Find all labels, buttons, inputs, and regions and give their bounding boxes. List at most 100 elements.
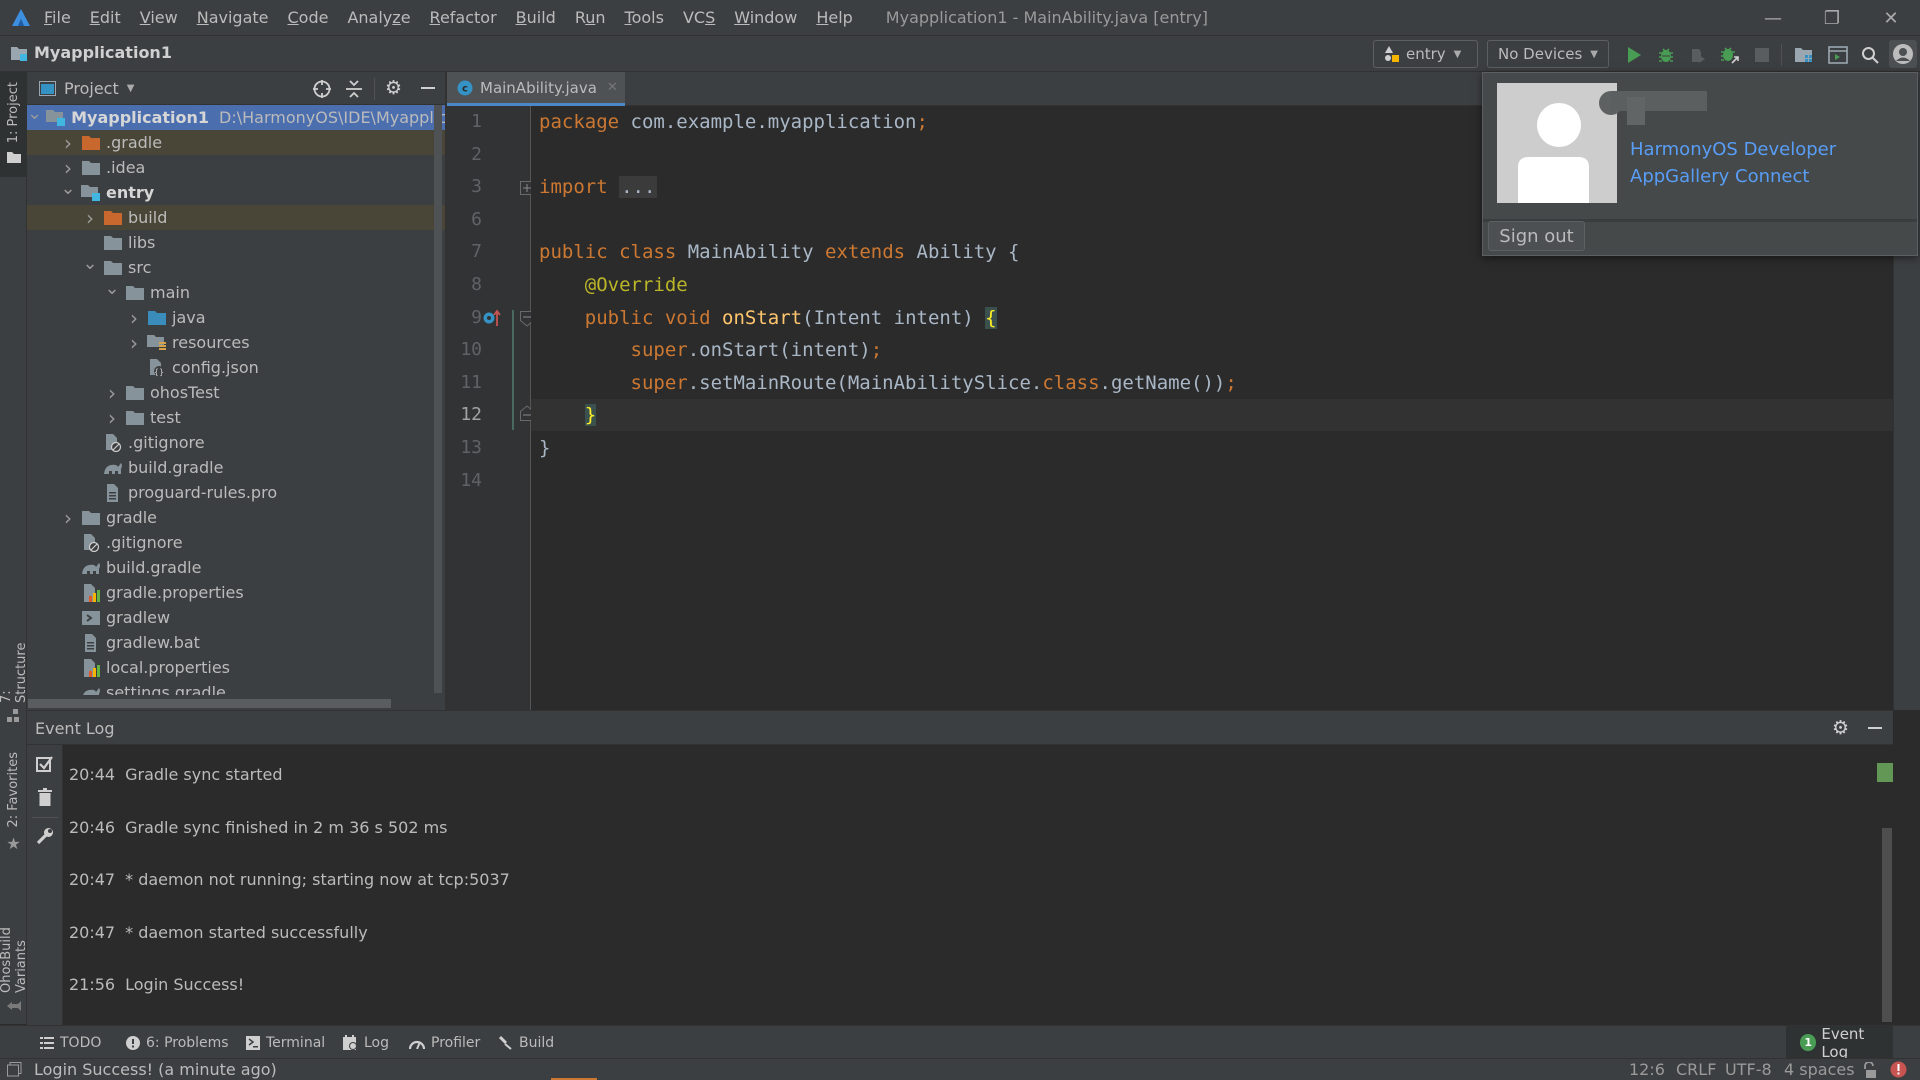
code-line[interactable]: public void onStart (Intent intent) { (539, 302, 997, 334)
menu-navigate[interactable]: Navigate (197, 8, 269, 27)
mark-all-read-icon[interactable] (36, 755, 54, 777)
event-log-scrollbar[interactable] (1882, 828, 1892, 1022)
tree-item[interactable]: › gradle (27, 505, 445, 530)
project-view-select[interactable]: Project (64, 79, 119, 98)
tool-tab-profiler[interactable]: Profiler (409, 1026, 480, 1059)
line-separator[interactable]: CRLF (1676, 1060, 1716, 1079)
tree-item[interactable]: ⌄ main (27, 278, 445, 305)
chevron-right-icon[interactable]: › (59, 156, 77, 180)
tree-horizontal-scrollbar[interactable] (28, 699, 391, 708)
project-structure-button[interactable] (1791, 42, 1817, 68)
menu-refactor[interactable]: Refactor (430, 8, 497, 27)
code-line[interactable]: super .setMainRoute(MainAbilitySlice. clas… (539, 367, 1237, 399)
tree-item[interactable]: build.gradle (27, 455, 445, 480)
collapse-all-icon[interactable] (345, 79, 363, 103)
tree-item[interactable]: settings.gradle (27, 680, 445, 695)
menu-vcs[interactable]: VCS (683, 8, 715, 27)
harmonyos-developer-link[interactable]: HarmonyOS Developer (1630, 139, 1836, 160)
gear-icon[interactable]: ⚙ (385, 77, 402, 99)
caret-position[interactable]: 12:6 (1629, 1060, 1665, 1079)
tree-item[interactable]: gradlew.bat (27, 630, 445, 655)
editor-tab-mainability[interactable]: c MainAbility.java ✕ (447, 72, 625, 106)
stop-button[interactable] (1749, 42, 1775, 68)
log-entry[interactable]: 20:47 * daemon started successfully (69, 923, 368, 942)
tree-item[interactable]: › .idea (27, 155, 445, 180)
tool-tab-todo[interactable]: TODO (40, 1026, 101, 1059)
tree-item[interactable]: › .gradle (27, 130, 445, 155)
menu-view[interactable]: View (140, 8, 178, 27)
code-line[interactable]: public class MainAbility extends Ability… (539, 236, 1019, 268)
chevron-right-icon[interactable]: › (125, 331, 143, 355)
sign-out-button[interactable]: Sign out (1488, 221, 1585, 251)
attach-debugger-button[interactable] (1685, 42, 1711, 68)
log-entry[interactable]: 20:46 Gradle sync finished in 2 m 36 s 50… (69, 818, 448, 837)
tool-tab-structure[interactable]: 7: Structure (0, 622, 29, 727)
chevron-down-icon[interactable]: ▼ (127, 83, 135, 94)
tool-tab-ohosbuild-variants[interactable]: OhosBuild Variants (0, 867, 29, 1017)
menu-run[interactable]: Run (575, 8, 606, 27)
vcs-change-marker[interactable] (512, 309, 514, 430)
tool-tab-terminal[interactable]: Terminal (246, 1026, 325, 1059)
status-message[interactable]: Login Success! (a minute ago) (34, 1060, 277, 1079)
hide-panel-icon[interactable] (1868, 727, 1882, 729)
apply-changes-button[interactable] (1717, 42, 1743, 68)
toggle-tool-windows-icon[interactable] (7, 1062, 22, 1080)
debug-button[interactable] (1653, 42, 1679, 68)
tree-item[interactable]: ⌄ src (27, 253, 445, 280)
tree-vertical-scrollbar[interactable] (434, 105, 442, 693)
lock-icon[interactable] (1862, 1061, 1876, 1080)
file-encoding[interactable]: UTF-8 (1725, 1060, 1772, 1079)
account-button[interactable] (1889, 40, 1917, 68)
chevron-right-icon[interactable]: › (103, 381, 121, 405)
chevron-right-icon[interactable]: › (125, 306, 143, 330)
device-select[interactable]: No Devices ▼ (1487, 40, 1609, 68)
search-everywhere-button[interactable] (1857, 42, 1883, 68)
run-configuration-select[interactable]: entry ▼ (1373, 40, 1478, 68)
tool-tab-project[interactable]: 1: Project (0, 72, 27, 177)
tree-item[interactable]: › ohosTest (27, 380, 445, 405)
tree-item[interactable]: .gitignore (27, 530, 445, 555)
breadcrumb-project[interactable]: Myapplication1 (34, 43, 172, 62)
minimize-button[interactable]: — (1744, 0, 1802, 36)
tree-item[interactable]: local.properties (27, 655, 445, 680)
error-indicator-icon[interactable] (1890, 1061, 1907, 1080)
code-line[interactable]: } (539, 399, 597, 431)
hide-panel-icon[interactable] (421, 87, 435, 89)
gear-icon[interactable]: ⚙ (1832, 717, 1849, 739)
restore-button[interactable]: ❐ (1803, 0, 1861, 36)
breadcrumb[interactable]: Myapplication1 (10, 43, 172, 62)
close-window-button[interactable]: ✕ (1862, 0, 1920, 36)
log-entry[interactable]: 20:47 * daemon not running; starting now … (69, 870, 510, 889)
code-line[interactable]: import ... (539, 171, 658, 203)
tree-item[interactable]: {} config.json (27, 355, 445, 380)
tree-item[interactable]: › build (27, 205, 445, 230)
tool-tab-problems[interactable]: 6: Problems (126, 1026, 229, 1059)
appgallery-connect-link[interactable]: AppGallery Connect (1630, 166, 1809, 187)
tool-tab-event-log[interactable]: 1 Event Log (1786, 1025, 1893, 1061)
tree-item[interactable]: libs (27, 230, 445, 255)
menu-analyze[interactable]: Analyze (347, 8, 410, 27)
tree-item[interactable]: ⌄ Myapplication1 D:\HarmonyOS\IDE\Myapplic… (27, 105, 445, 130)
menu-help[interactable]: Help (816, 8, 852, 27)
code-line[interactable]: package com.example.myapplication; (539, 106, 928, 138)
chevron-right-icon[interactable]: › (103, 406, 121, 430)
tree-item[interactable]: ⌄ entry (27, 178, 445, 205)
menu-window[interactable]: Window (734, 8, 797, 27)
chevron-down-icon[interactable]: ⌄ (59, 178, 77, 199)
tree-item[interactable]: › test (27, 405, 445, 430)
overrides-method-icon[interactable] (483, 309, 501, 331)
indent-setting[interactable]: 4 spaces (1784, 1060, 1855, 1079)
menu-code[interactable]: Code (288, 8, 329, 27)
tree-item[interactable]: › resources (27, 330, 445, 355)
menu-edit[interactable]: Edit (90, 8, 121, 27)
code-line[interactable]: super .onStart(intent); (539, 334, 883, 366)
device-manager-button[interactable] (1825, 42, 1851, 68)
menu-tools[interactable]: Tools (625, 8, 664, 27)
chevron-down-icon[interactable]: ⌄ (81, 253, 99, 274)
code-line[interactable]: } (539, 432, 550, 464)
tool-tab-favorites[interactable]: 2: Favorites ★ (0, 744, 27, 859)
tool-tab-log[interactable]: Log (342, 1026, 389, 1059)
chevron-down-icon[interactable]: ⌄ (27, 105, 42, 124)
chevron-right-icon[interactable]: › (59, 506, 77, 530)
tree-item[interactable]: .gitignore (27, 430, 445, 455)
